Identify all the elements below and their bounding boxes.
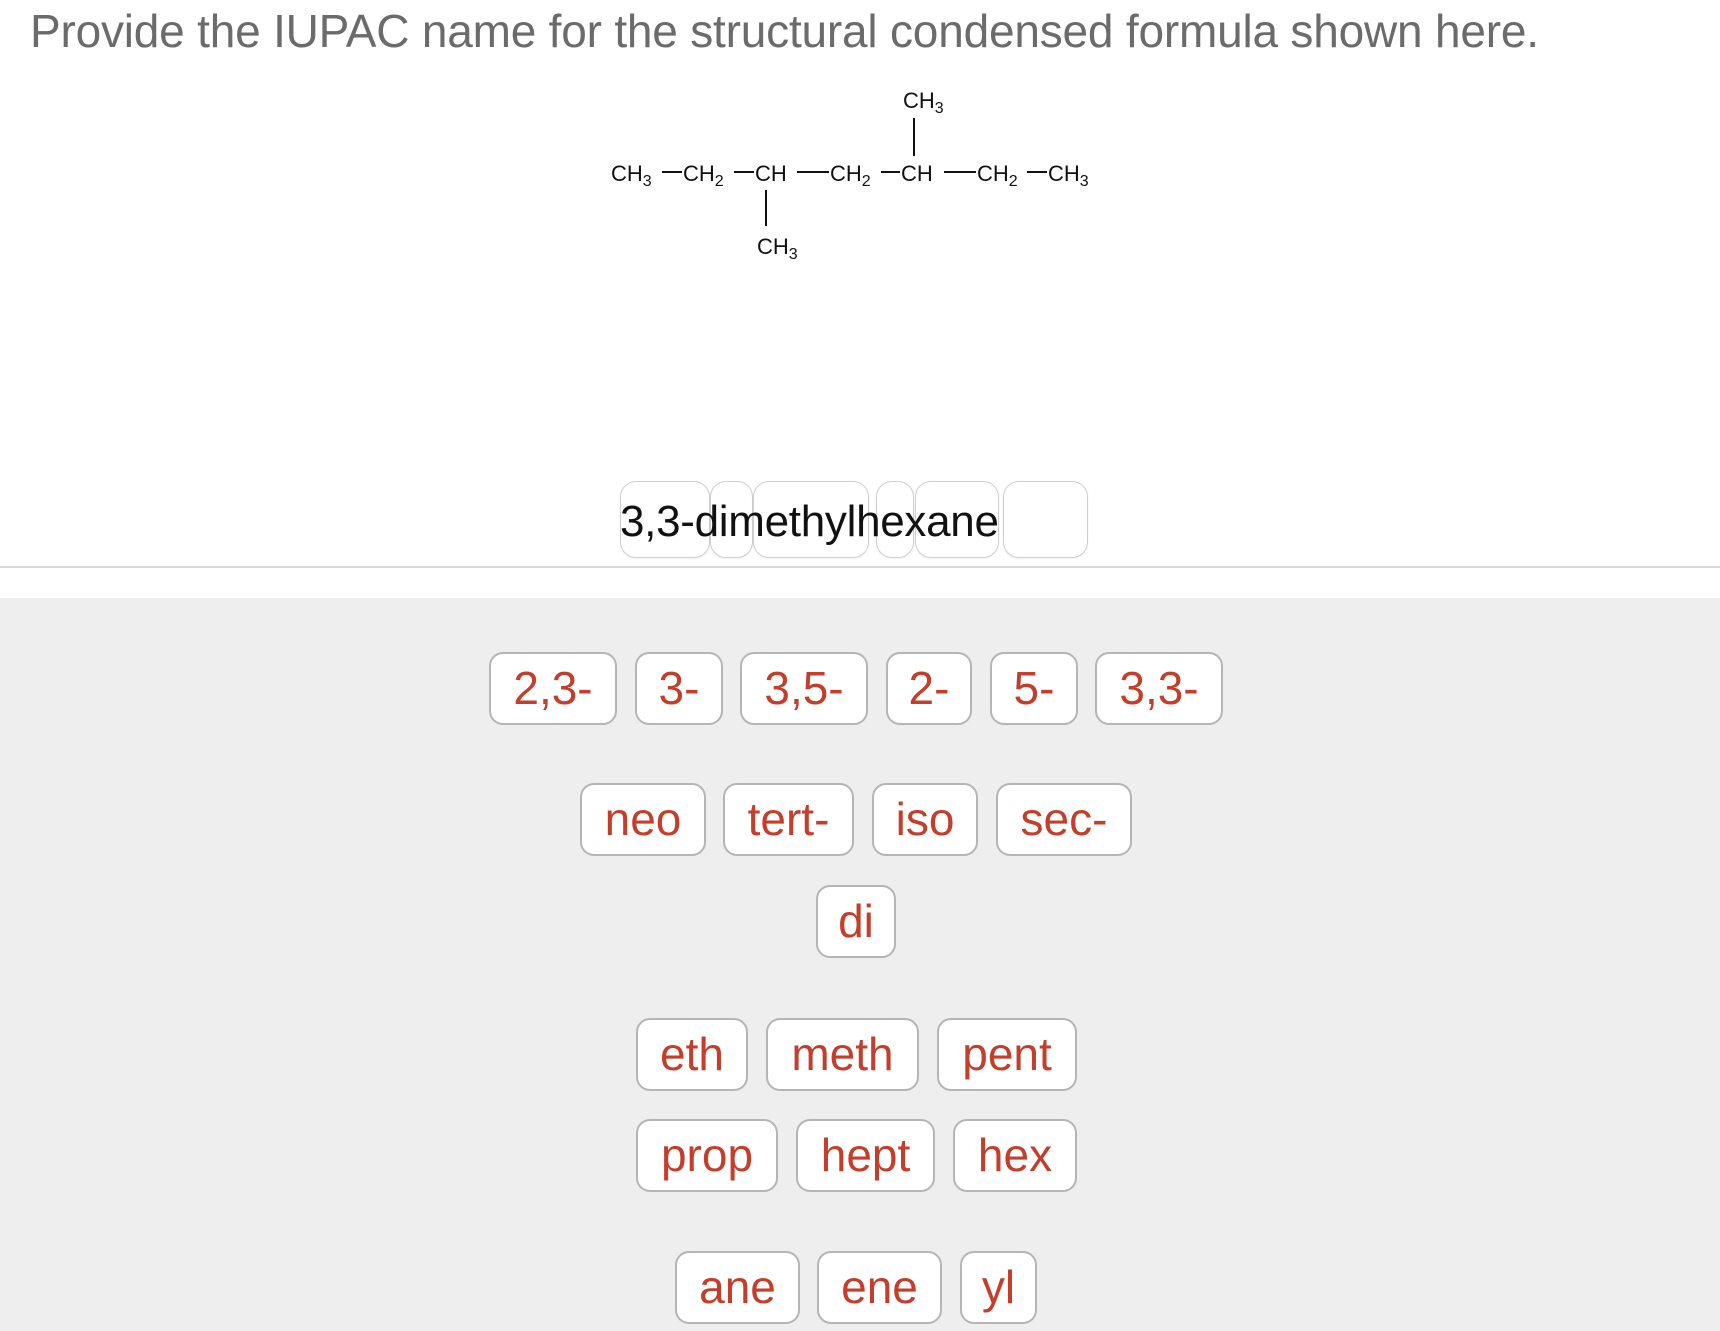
tile-root-meth[interactable]: meth <box>766 1018 919 1091</box>
structure-c1: CH3 <box>611 161 652 190</box>
divider <box>0 566 1720 568</box>
structure-c7: CH3 <box>1048 161 1089 190</box>
answer-text: 3,3-dimethylhexane <box>620 497 999 547</box>
tile-prefix-sec[interactable]: sec- <box>996 783 1132 856</box>
structure-c6: CH2 <box>977 161 1018 190</box>
tile-prefix-iso[interactable]: iso <box>872 783 978 856</box>
answer-piece-multiplier: di <box>694 497 729 546</box>
answer-piece-hex: hex <box>856 497 927 546</box>
tile-root-hex[interactable]: hex <box>953 1119 1077 1192</box>
tile-locant-2-3[interactable]: 2,3- <box>489 652 617 725</box>
tile-root-hept[interactable]: hept <box>796 1119 935 1192</box>
tile-locant-3-3[interactable]: 3,3- <box>1095 652 1223 725</box>
answer-tile-ane[interactable] <box>1003 481 1088 558</box>
answer-piece-yl: yl <box>824 497 857 546</box>
answer-piece-locant: 3,3- <box>620 497 695 546</box>
tile-suffix-ane[interactable]: ane <box>675 1251 800 1324</box>
tile-root-eth[interactable]: eth <box>636 1018 748 1091</box>
structure-c4: CH2 <box>830 161 871 190</box>
structure-c2: CH2 <box>683 161 724 190</box>
tile-locant-2[interactable]: 2- <box>886 652 972 725</box>
word-bank: 2,3- 3- 3,5- 2- 5- 3,3- neo tert- iso se… <box>0 598 1720 1331</box>
structure-c3: CH <box>755 161 787 186</box>
tile-root-pent[interactable]: pent <box>937 1018 1077 1091</box>
tile-prefix-tert[interactable]: tert- <box>723 783 854 856</box>
structural-formula: CH3 CH2 CH CH2 CH CH2 CH3 CH3 CH3 <box>611 88 1089 263</box>
tile-locant-5[interactable]: 5- <box>990 652 1078 725</box>
structure-bottom-methyl: CH3 <box>757 234 798 263</box>
tile-suffix-yl[interactable]: yl <box>960 1251 1037 1324</box>
tile-root-prop[interactable]: prop <box>636 1119 778 1192</box>
tile-locant-3[interactable]: 3- <box>635 652 723 725</box>
tile-locant-3-5[interactable]: 3,5- <box>740 652 868 725</box>
structure-c5: CH <box>901 161 933 186</box>
tile-multiplier-di[interactable]: di <box>816 885 896 958</box>
structure-top-methyl: CH3 <box>903 88 944 117</box>
answer-piece-root: meth <box>728 497 825 546</box>
answer-piece-ane: ane <box>926 497 999 546</box>
tile-suffix-ene[interactable]: ene <box>817 1251 942 1324</box>
tile-prefix-neo[interactable]: neo <box>580 783 706 856</box>
